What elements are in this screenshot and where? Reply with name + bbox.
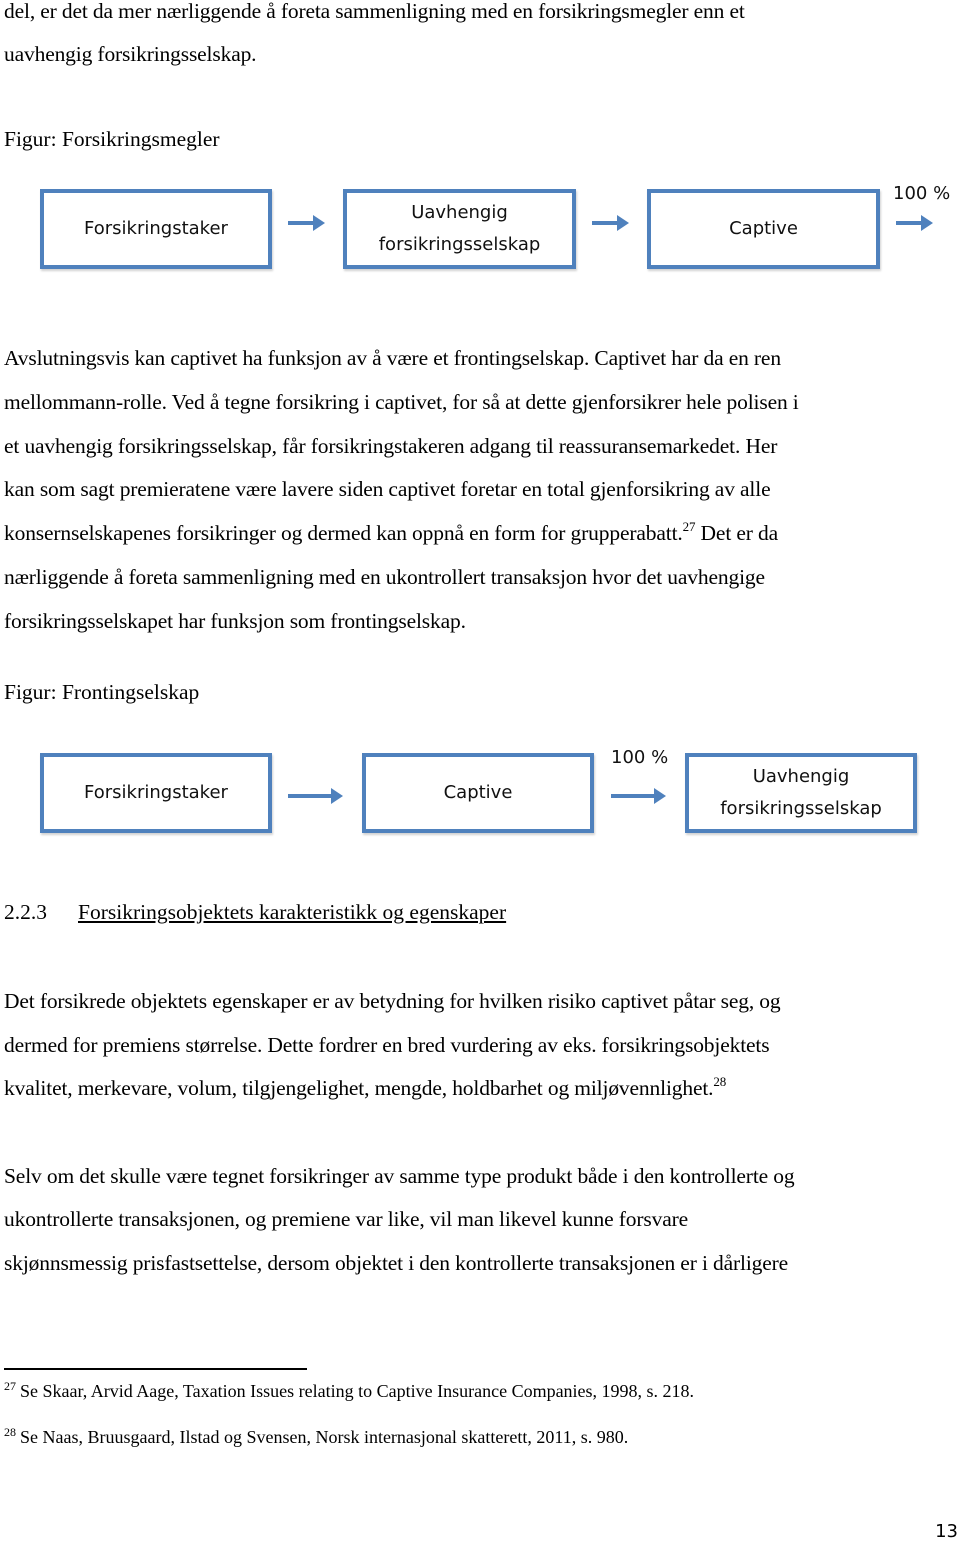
footnote: 28 Se Naas, Bruusgaard, Ilstad og Svensen… bbox=[4, 1425, 629, 1448]
footnote-text: Se Skaar, Arvid Aage, Taxation Issues re… bbox=[20, 1381, 695, 1401]
footnote-number: 27 bbox=[4, 1379, 16, 1393]
box-label: Captive bbox=[729, 218, 798, 239]
paragraph-line: konsernselskapenes forsikringer og derme… bbox=[4, 519, 778, 547]
box-label: Uavhengig bbox=[411, 202, 508, 223]
diagram-box-uavhengig-forsikringsselskap: Uavhengig forsikringsselskap bbox=[343, 189, 576, 269]
paragraph-line: kvalitet, merkevare, volum, tilgjengelig… bbox=[4, 1074, 726, 1102]
line-text: konsernselskapenes forsikringer og derme… bbox=[4, 521, 683, 545]
arrow-right-icon bbox=[896, 215, 933, 231]
diagram-box-forsikringstaker: Forsikringstaker bbox=[40, 753, 272, 833]
line-text: kvalitet, merkevare, volum, tilgjengelig… bbox=[4, 1076, 714, 1100]
paragraph-line: nærliggende å foreta sammenligning med e… bbox=[4, 565, 765, 589]
box-label: Uavhengig bbox=[752, 766, 850, 787]
footnote-reference[interactable]: 27 bbox=[683, 519, 696, 534]
paragraph-line: Avslutningsvis kan captivet ha funksjon … bbox=[4, 346, 781, 370]
section-heading: 2.2.3 Forsikringsobjektets karakteristikk… bbox=[4, 900, 506, 925]
arrow-right-icon bbox=[611, 788, 666, 804]
paragraph-line: mellommann-rolle. Ved å tegne forsikring… bbox=[4, 390, 799, 414]
box-label: Forsikringstaker bbox=[84, 782, 228, 803]
diagram-box-captive: Captive bbox=[362, 753, 594, 833]
paragraph-line: et uavhengig forsikringsselskap, får for… bbox=[4, 434, 778, 458]
footnote: 27 Se Skaar, Arvid Aage, Taxation Issues … bbox=[4, 1379, 695, 1402]
paragraph-line: Selv om det skulle være tegnet forsikrin… bbox=[4, 1164, 795, 1188]
figure-caption-forsikringsmegler: Figur: Forsikringsmegler bbox=[4, 127, 220, 151]
box-label: forsikringsselskap bbox=[720, 798, 882, 819]
diagram-box-uavhengig-forsikringsselskap: Uavhengig forsikringsselskap bbox=[685, 753, 917, 833]
box-label: forsikringsselskap bbox=[378, 234, 541, 255]
diagram-box-captive: Captive bbox=[647, 189, 880, 269]
section-title: Forsikringsobjektets karakteristikk og e… bbox=[78, 900, 507, 924]
line-text: Det er da bbox=[695, 521, 779, 545]
footnote-separator bbox=[4, 1368, 307, 1370]
figure-caption-frontingselskap: Figur: Frontingselskap bbox=[4, 680, 200, 704]
paragraph-line: skjønnsmessig prisfastsettelse, dersom o… bbox=[4, 1251, 789, 1275]
paragraph-line: Det forsikrede objektets egenskaper er a… bbox=[4, 989, 781, 1013]
paragraph-line: ukontrollerte transaksjonen, og premiene… bbox=[4, 1207, 688, 1231]
arrow-right-icon bbox=[592, 215, 629, 231]
arrow-right-icon bbox=[288, 215, 325, 231]
footnote-number: 28 bbox=[4, 1425, 16, 1439]
box-label: Captive bbox=[443, 782, 513, 803]
footnote-reference[interactable]: 28 bbox=[713, 1074, 726, 1089]
percent-label: 100 % bbox=[611, 747, 669, 768]
paragraph-line: del, er det da mer nærliggende å foreta … bbox=[4, 0, 745, 23]
paragraph-line: uavhengig forsikringsselskap. bbox=[4, 42, 257, 66]
section-number: 2.2.3 bbox=[4, 900, 47, 924]
percent-label: 100 % bbox=[893, 183, 951, 204]
box-label: Forsikringstaker bbox=[84, 218, 228, 239]
paragraph-line: kan som sagt premieratene være lavere si… bbox=[4, 477, 771, 501]
paragraph-line: dermed for premiens størrelse. Dette for… bbox=[4, 1033, 770, 1057]
paragraph-line: forsikringsselskapet har funksjon som fr… bbox=[4, 609, 466, 633]
page-number: 13 bbox=[935, 1521, 958, 1542]
arrow-right-icon bbox=[288, 788, 343, 804]
footnote-text: Se Naas, Bruusgaard, Ilstad og Svensen, … bbox=[20, 1427, 629, 1447]
diagram-box-forsikringstaker: Forsikringstaker bbox=[40, 189, 272, 269]
